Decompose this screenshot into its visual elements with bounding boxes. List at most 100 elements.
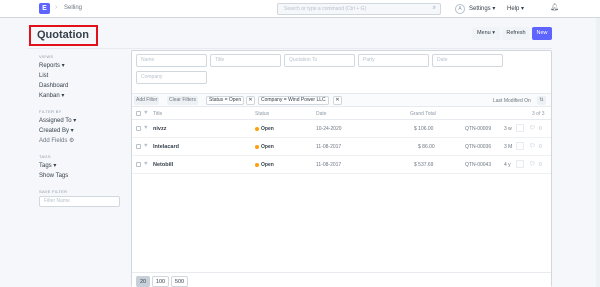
row-checkbox[interactable] [136,162,141,167]
table-row[interactable]: ♥ nivzz Open 10-24-2020 $ 106.00 QTN-000… [132,120,551,138]
column-title: Title [153,111,163,117]
heart-icon[interactable]: ♥ [144,143,148,149]
filter-chip-status[interactable]: Status = Open [206,96,245,105]
filter-by-heading: FILTER BY [39,109,62,114]
page-scrollbar[interactable] [596,18,600,287]
filter-title-field[interactable]: Title [210,54,281,67]
filter-party-field[interactable]: Party [358,54,429,67]
comment-count: 0 [539,144,542,150]
list-header: ♥ Title Status Date Grand Total 3 of 3 [132,107,551,120]
settings-menu[interactable]: Settings ▾ [469,5,495,12]
sidebar-item-label: Created By [39,128,70,134]
clear-filters-button[interactable]: Clear Filters [167,96,198,105]
comment-icon: 💬︎ [529,161,536,167]
sidebar-item-created-by[interactable]: Created By ▾ [39,126,127,136]
new-button[interactable]: New [532,27,552,40]
gear-icon: ⚙ [69,138,75,144]
row-grand-total: $ 86.00 [418,144,435,150]
sidebar-item-list[interactable]: List [39,71,127,81]
status-label: Open [261,162,274,168]
menu-label: Menu [476,30,491,36]
row-title[interactable]: Netobill [153,162,173,168]
table-row[interactable]: ♥ Intelacard Open 11-08-2017 $ 86.00 QTN… [132,138,551,156]
filter-quotation-to-field[interactable]: Quotation To [284,54,355,67]
page-size-500[interactable]: 500 [171,276,188,287]
filter-name-input[interactable]: Filter Name [39,196,120,207]
sidebar-item-dashboard[interactable]: Dashboard [39,81,127,91]
heart-icon[interactable]: ♥ [144,161,148,167]
close-icon[interactable]: ✕ [246,96,255,105]
row-date: 10-24-2020 [316,126,342,132]
sidebar-item-reports[interactable]: Reports ▾ [39,61,127,71]
page-size-20[interactable]: 20 [136,276,150,287]
table-row[interactable]: ♥ Netobill Open 11-08-2017 $ 537.69 QTN-… [132,156,551,174]
search-icon: ⌕ [432,5,436,11]
menu-button[interactable]: Menu ▾ [472,27,500,40]
sort-by-label[interactable]: Last Modified On [493,98,531,104]
row-modified: 3 M [504,144,513,150]
filter-date-field[interactable]: Date [432,54,503,67]
sidebar-item-label: Reports [39,63,61,69]
user-avatar[interactable]: A [455,4,465,14]
settings-label: Settings [469,6,491,12]
sidebar-item-show-tags[interactable]: Show Tags [39,171,127,181]
pagination: 20 100 500 [132,272,551,287]
row-id[interactable]: QTN-00009 [465,126,491,132]
header-divider [28,48,552,49]
filter-company-field[interactable]: Company [136,71,207,84]
sidebar-item-label: Tags [39,163,52,169]
sidebar-item-add-fields[interactable]: Add Fields ⚙ [39,136,127,146]
status-label: Open [261,126,274,132]
comment-count: 0 [539,126,542,132]
sort-order-icon[interactable]: ⇅ [537,96,546,105]
status-label: Open [261,144,274,150]
row-title[interactable]: nivzz [153,126,166,132]
navbar: E › Selling Search or type a command (Ct… [0,0,600,18]
save-filter-heading: SAVE FILTER [39,189,68,194]
refresh-button[interactable]: Refresh [503,27,529,40]
app-logo[interactable]: E [39,3,50,14]
row-checkbox[interactable] [136,126,141,131]
row-grand-total: $ 106.00 [414,126,434,132]
page-title: Quotation [37,29,89,41]
help-menu[interactable]: Help ▾ [507,5,524,12]
row-id[interactable]: QTN-00036 [465,144,491,150]
row-grand-total: $ 537.69 [414,162,434,168]
assignee-avatar[interactable] [516,124,524,132]
comment-count: 0 [539,162,542,168]
sidebar-item-assigned-to[interactable]: Assigned To ▾ [39,116,127,126]
select-all-checkbox[interactable] [136,111,141,116]
row-modified: 3 w [504,126,512,132]
filter-bar: Add Filter Clear Filters Status = Open ✕… [132,93,551,107]
assignee-avatar[interactable] [516,142,524,150]
heart-icon[interactable]: ♥ [144,125,148,131]
row-checkbox[interactable] [136,144,141,149]
search-input[interactable]: Search or type a command (Ctrl + G) ⌕ [277,3,441,15]
views-heading: VIEWS [39,54,54,59]
filter-chip-company[interactable]: Company = Wind Power LLC [258,96,329,105]
close-icon[interactable]: ✕ [333,96,342,105]
heart-icon[interactable]: ♥ [144,110,148,116]
status-badge: Open [255,144,274,150]
row-title[interactable]: Intelacard [153,144,179,150]
status-dot-icon [255,162,259,167]
tags-heading: TAGS [39,154,51,159]
sidebar-item-label: Add Fields [39,138,68,144]
column-grand-total: Grand Total [410,111,436,117]
column-date: Date [316,111,327,117]
row-id[interactable]: QTN-00043 [465,162,491,168]
sidebar-item-kanban[interactable]: Kanban ▾ [39,91,127,101]
sidebar-item-tags[interactable]: Tags ▾ [39,161,127,171]
sidebar-item-label: Kanban [39,93,60,99]
bell-icon[interactable]: 🔔︎ [550,3,559,11]
page-size-100[interactable]: 100 [152,276,169,287]
sidebar: VIEWS Reports ▾ List Dashboard Kanban ▾ … [39,54,127,207]
comment-icon: 💬︎ [529,125,536,131]
add-filter-button[interactable]: Add Filter [134,96,160,105]
status-dot-icon [255,126,259,131]
filter-name-field[interactable]: Name [136,54,207,67]
breadcrumb-selling[interactable]: Selling [64,5,82,11]
chevron-right-icon: › [55,4,58,11]
list-count: 3 of 3 [532,111,545,117]
assignee-avatar[interactable] [516,160,524,168]
